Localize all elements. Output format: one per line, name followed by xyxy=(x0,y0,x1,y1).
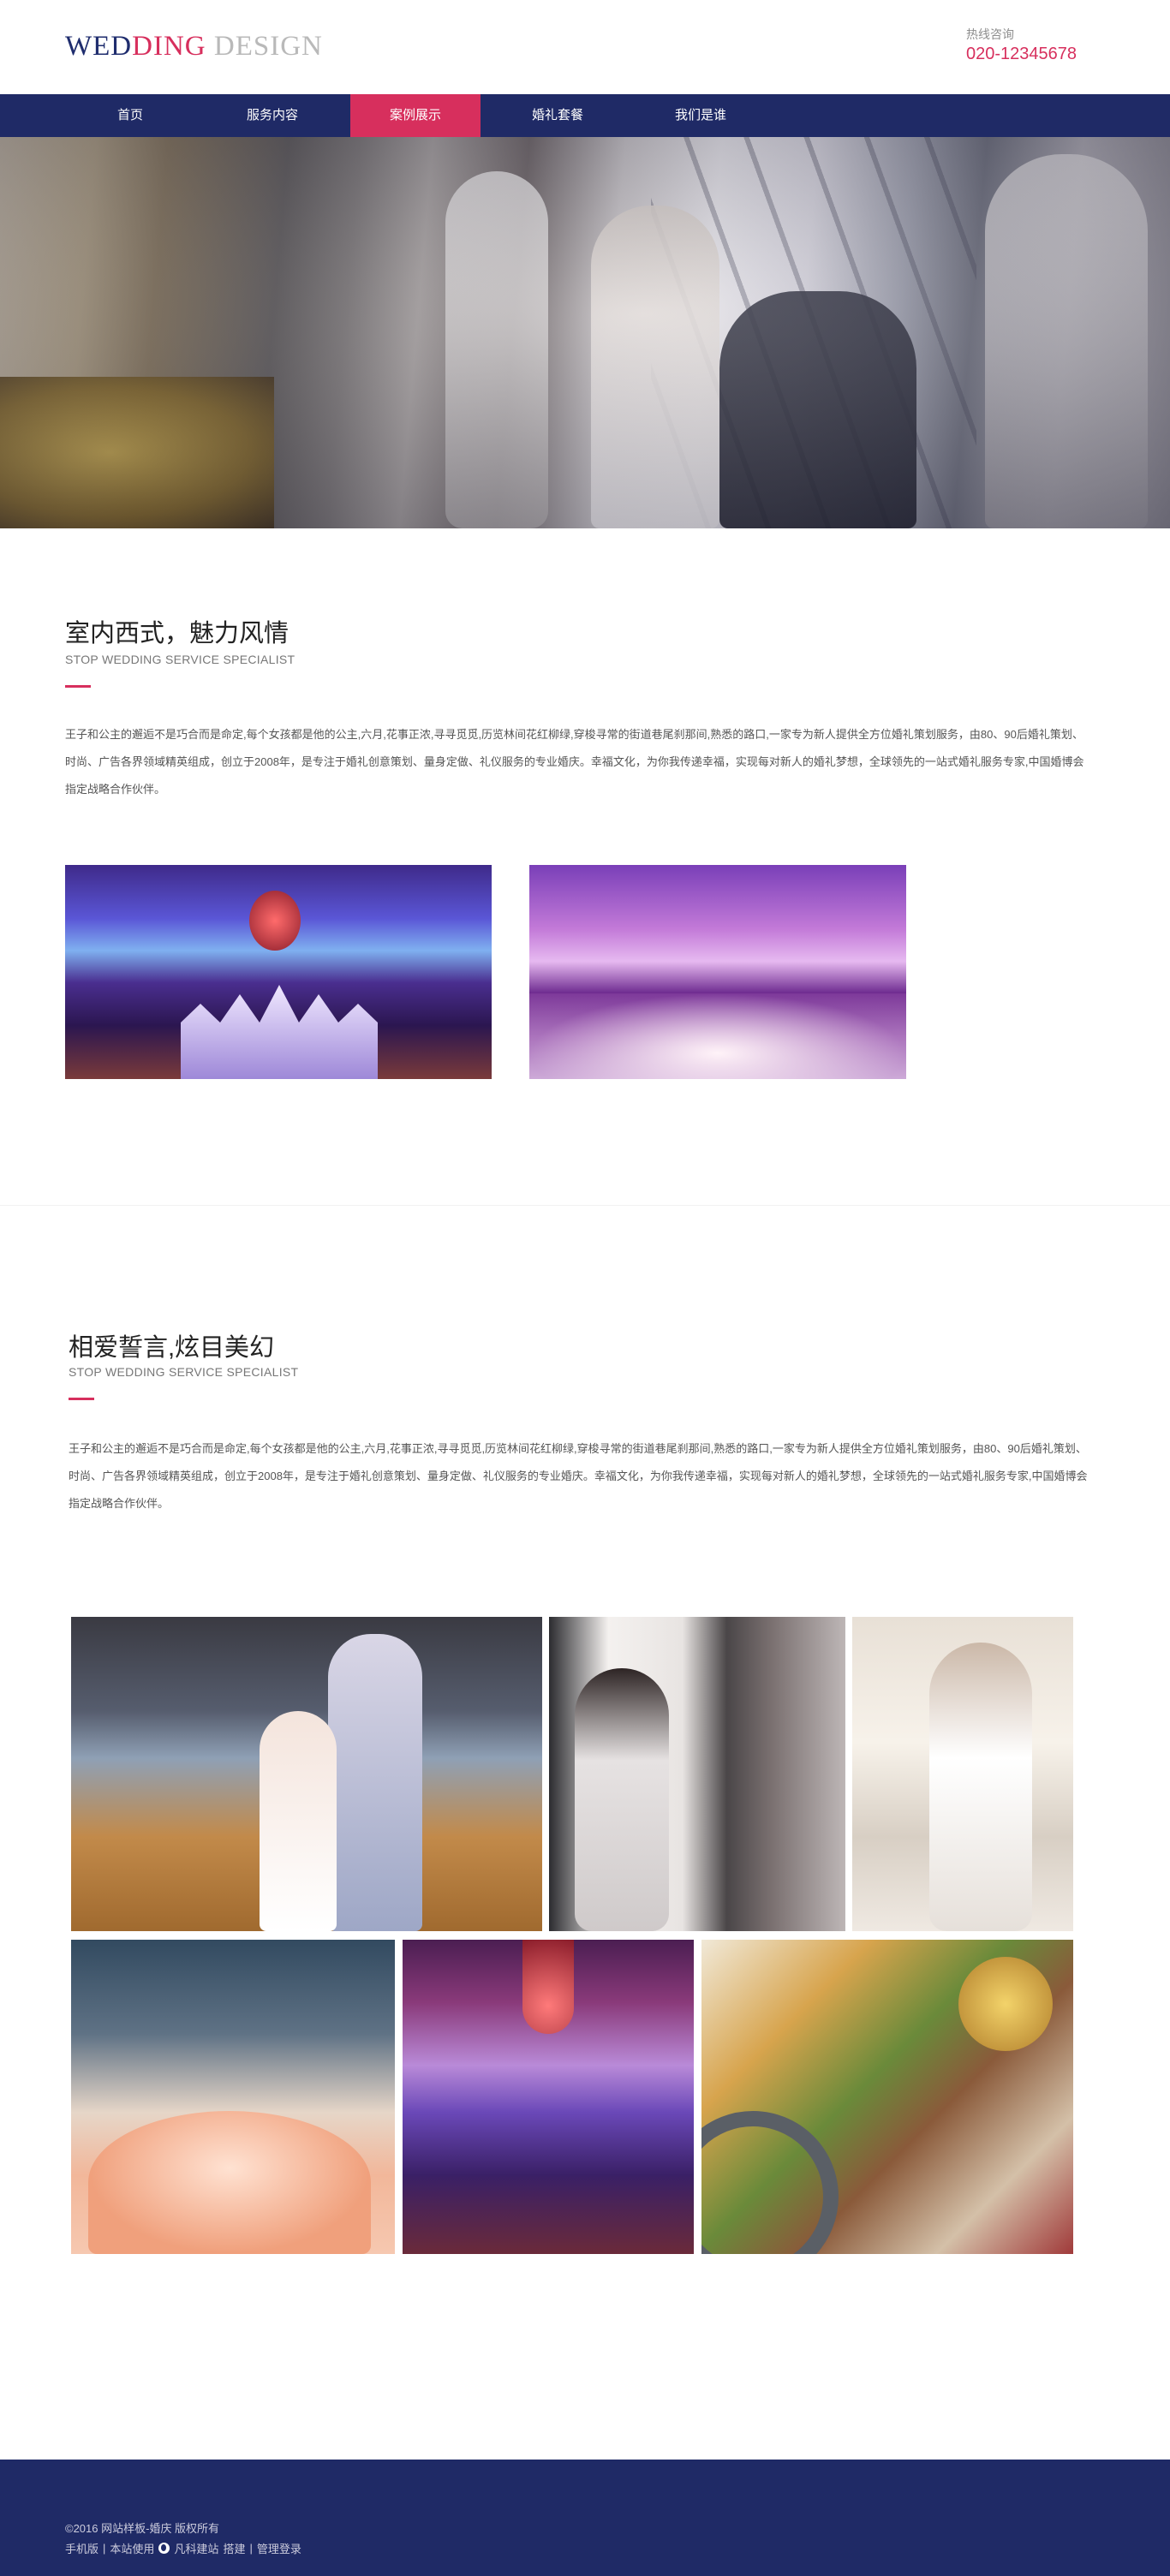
logo-part-3: DESIGN xyxy=(206,31,323,62)
gallery-photo-bride-window[interactable] xyxy=(549,1617,845,1931)
hotline-number[interactable]: 020-12345678 xyxy=(966,45,1077,64)
wheel-prop xyxy=(701,2111,839,2254)
gallery-photo-vintage-props[interactable] xyxy=(701,1940,1073,2254)
stage-castle-shape xyxy=(181,985,378,1079)
section1-title: 室内西式，魅力风情 xyxy=(65,620,290,647)
bride-figure xyxy=(929,1643,1032,1931)
gallery-photo-bride-pink-gown[interactable] xyxy=(71,1940,395,2254)
footer-mobile-link[interactable]: 手机版 xyxy=(65,2540,98,2556)
footer-copyright: ©2016 网站样板-婚庆 版权所有 xyxy=(65,2522,220,2535)
chandelier-shape xyxy=(249,891,301,951)
footer-links: 手机版 | 本站使用 凡科建站 搭建 | 管理登录 xyxy=(65,2540,301,2556)
section-divider xyxy=(0,1205,1170,1206)
section2-description: 王子和公主的邂逅不是巧合而是命定,每个女孩都是他的公主,六月,花事正浓,寻寻觅觅… xyxy=(69,1442,1088,1510)
hero-banner-image xyxy=(0,137,1170,528)
main-nav: 首页 服务内容 案例展示 婚礼套餐 我们是谁 xyxy=(0,94,1170,137)
site-footer: ©2016 网站样板-婚庆 版权所有 手机版 | 本站使用 凡科建站 搭建 | … xyxy=(0,2460,1170,2576)
footer-powered-prefix: 本站使用 xyxy=(110,2543,155,2555)
section1-subtitle: STOP WEDDING SERVICE SPECIALIST xyxy=(65,653,295,666)
pink-gown-shape xyxy=(88,2111,371,2254)
nav-item-packages[interactable]: 婚礼套餐 xyxy=(492,94,623,137)
bride-figure xyxy=(575,1668,669,1931)
chandelier-shape xyxy=(522,1940,574,2034)
bride-figure xyxy=(260,1711,337,1931)
footer-admin-login-link[interactable]: 管理登录 xyxy=(257,2540,301,2556)
case-photo-banquet-hall[interactable] xyxy=(529,865,906,1079)
section2-accent-bar xyxy=(69,1398,94,1400)
site-header: WEDDING DESIGN 热线咨询 020-12345678 xyxy=(0,0,1170,94)
footer-brand-link[interactable]: 凡科建站 xyxy=(174,2540,218,2556)
banquet-tables-shape xyxy=(529,993,906,1079)
gallery-photo-purple-venue[interactable] xyxy=(403,1940,694,2254)
banner-overlay xyxy=(0,137,1170,528)
globe-prop xyxy=(958,1957,1053,2051)
gallery-photo-bride-chair[interactable] xyxy=(852,1617,1073,1931)
gallery-photo-couple-patio[interactable] xyxy=(71,1617,542,1931)
site-logo[interactable]: WEDDING DESIGN xyxy=(65,31,323,63)
hotline-label: 热线咨询 xyxy=(966,27,1014,41)
nav-item-cases[interactable]: 案例展示 xyxy=(350,94,481,137)
section1-accent-bar xyxy=(65,685,91,688)
section2-subtitle: STOP WEDDING SERVICE SPECIALIST xyxy=(69,1365,299,1379)
brand-logo-icon xyxy=(158,2543,170,2554)
nav-item-home[interactable]: 首页 xyxy=(65,94,195,137)
nav-item-services[interactable]: 服务内容 xyxy=(207,94,337,137)
section1-description: 王子和公主的邂逅不是巧合而是命定,每个女孩都是他的公主,六月,花事正浓,寻寻觅觅… xyxy=(65,728,1084,796)
nav-item-about[interactable]: 我们是谁 xyxy=(636,94,766,137)
hotline: 热线咨询 020-12345678 xyxy=(966,26,1077,64)
case-photo-stage-castle[interactable] xyxy=(65,865,492,1079)
logo-part-1: WED xyxy=(65,31,133,62)
groom-figure xyxy=(328,1634,422,1931)
logo-part-2: DING xyxy=(132,31,206,62)
section2-title: 相爱誓言,炫目美幻 xyxy=(69,1334,275,1362)
footer-separator: | xyxy=(249,2542,253,2555)
footer-separator: | xyxy=(103,2542,106,2555)
footer-powered-suffix: 搭建 xyxy=(223,2543,246,2555)
